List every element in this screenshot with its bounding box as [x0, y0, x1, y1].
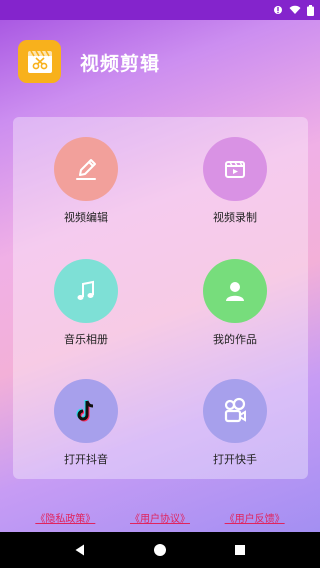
- feature-panel: 视频编辑 视频录制 音乐相册 我的作品 打开抖音 打开快手: [13, 117, 308, 479]
- tile-label: 音乐相册: [64, 333, 108, 346]
- edit-pencil-icon: [76, 159, 96, 180]
- music-note-icon: [77, 280, 94, 300]
- home-icon[interactable]: [153, 543, 167, 557]
- tile-label: 我的作品: [213, 333, 257, 346]
- footer-links: 《隐私政策》 《用户协议》 《用户反馈》: [0, 510, 320, 530]
- app-title: 视频剪辑: [80, 53, 161, 75]
- user-agreement-link[interactable]: 《用户协议》: [130, 510, 190, 530]
- tile-video-record[interactable]: 视频录制: [175, 137, 295, 237]
- tile-open-kuaishou[interactable]: 打开快手: [175, 379, 295, 479]
- user-profile-icon: [226, 282, 244, 301]
- tile-open-douyin[interactable]: 打开抖音: [26, 379, 146, 479]
- my-works-circle: [203, 259, 267, 323]
- video-edit-circle: [54, 137, 118, 201]
- tile-label: 视频录制: [213, 211, 257, 224]
- video-record-circle: [203, 137, 267, 201]
- navigation-bar: [0, 532, 320, 568]
- tile-label: 打开抖音: [64, 453, 108, 466]
- open-kuaishou-circle: [203, 379, 267, 443]
- back-icon[interactable]: [73, 543, 87, 557]
- kuaishou-icon: [224, 397, 246, 423]
- battery-icon: [307, 4, 314, 16]
- signal-icon: [274, 6, 282, 14]
- tiktok-icon: [76, 400, 94, 422]
- video-edit-logo-icon: [27, 50, 52, 73]
- tile-label: 打开快手: [213, 453, 257, 466]
- app-header: 视频剪辑: [0, 20, 320, 100]
- tile-music-album[interactable]: 音乐相册: [26, 259, 146, 359]
- video-clapper-icon: [225, 161, 245, 178]
- app-logo: [18, 40, 61, 83]
- user-feedback-link[interactable]: 《用户反馈》: [225, 510, 285, 530]
- recents-icon[interactable]: [233, 543, 247, 557]
- open-douyin-circle: [54, 379, 118, 443]
- privacy-policy-link[interactable]: 《隐私政策》: [35, 510, 95, 530]
- tile-video-edit[interactable]: 视频编辑: [26, 137, 146, 237]
- status-bar: [0, 0, 320, 20]
- tile-label: 视频编辑: [64, 211, 108, 224]
- music-album-circle: [54, 259, 118, 323]
- wifi-icon: [289, 5, 301, 14]
- tile-my-works[interactable]: 我的作品: [175, 259, 295, 359]
